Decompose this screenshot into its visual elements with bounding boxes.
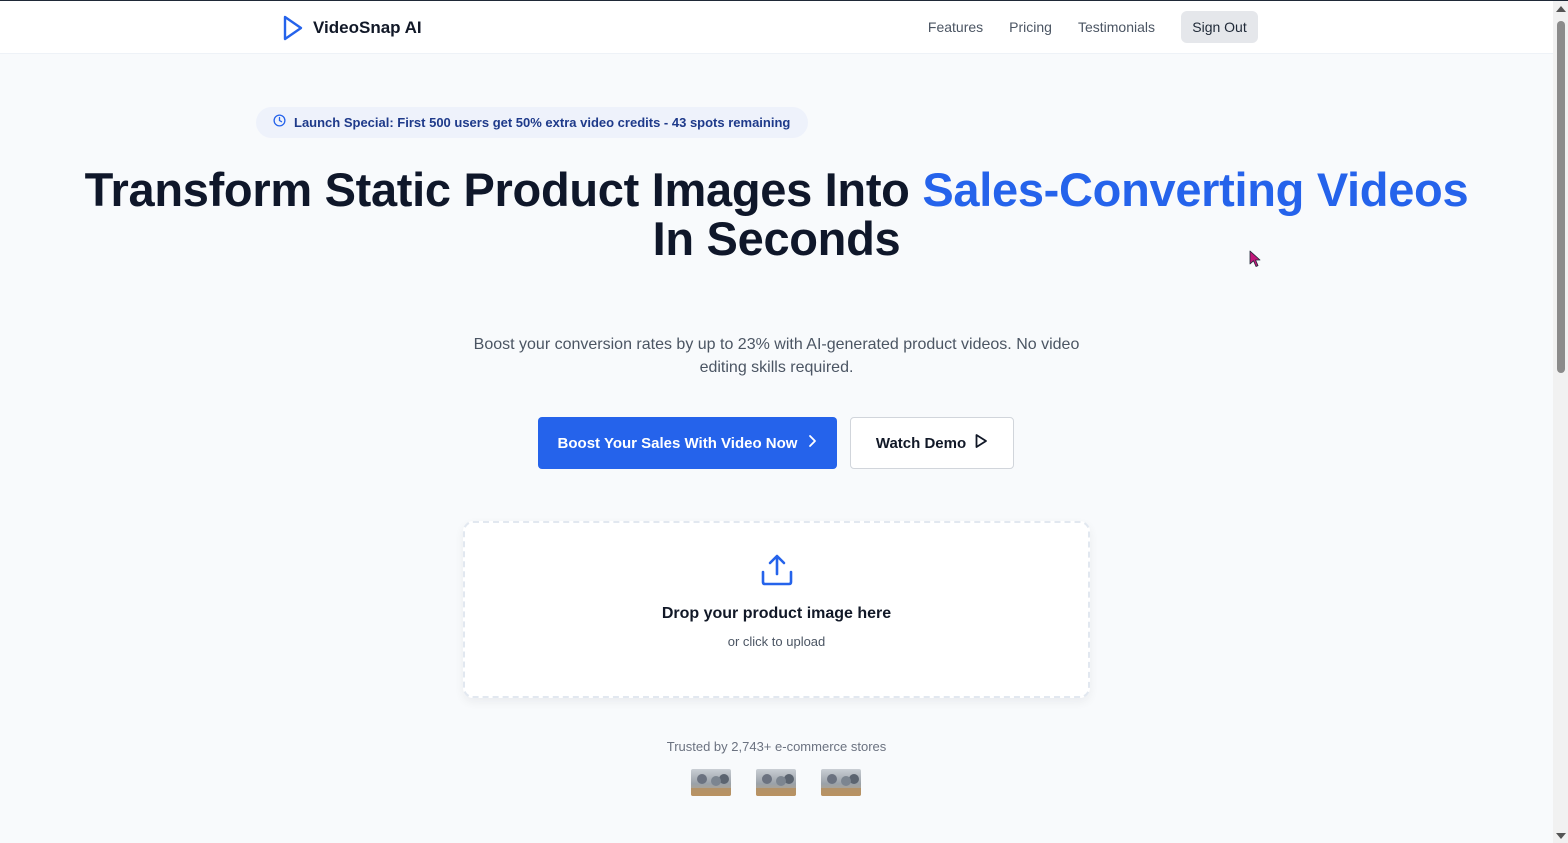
upload-icon bbox=[759, 552, 795, 593]
boost-sales-button[interactable]: Boost Your Sales With Video Now bbox=[538, 417, 837, 469]
store-logo bbox=[691, 769, 731, 796]
watch-demo-label: Watch Demo bbox=[875, 434, 967, 452]
trusted-text: Trusted by 2,743+ e-commerce stores bbox=[666, 739, 887, 754]
play-icon bbox=[282, 15, 304, 41]
upload-dropzone[interactable]: Drop your product image here or click to… bbox=[463, 521, 1090, 698]
nav-link-features[interactable]: Features bbox=[928, 19, 983, 35]
boost-sales-label: Boost Your Sales With Video Now bbox=[557, 434, 798, 452]
upload-subtitle: or click to upload bbox=[727, 634, 826, 649]
hero-title-part1: Transform Static Product Images Into bbox=[84, 163, 923, 216]
store-logo bbox=[821, 769, 861, 796]
store-logo bbox=[756, 769, 796, 796]
scroll-up-arrow[interactable] bbox=[1556, 6, 1566, 12]
promo-text: Launch Special: First 500 users get 50% … bbox=[294, 115, 791, 130]
page-scrollbar[interactable] bbox=[1553, 1, 1568, 843]
hero-title-accent: Sales-Converting Videos bbox=[922, 163, 1469, 216]
store-logos bbox=[691, 769, 861, 796]
page: VideoSnap AI Features Pricing Testimonia… bbox=[0, 0, 1568, 843]
brand-name: VideoSnap AI bbox=[313, 18, 422, 37]
hero-title-part2: In Seconds bbox=[652, 212, 901, 265]
scroll-thumb[interactable] bbox=[1557, 21, 1565, 373]
nav-link-testimonials[interactable]: Testimonials bbox=[1078, 19, 1155, 35]
top-navbar: VideoSnap AI Features Pricing Testimonia… bbox=[0, 1, 1553, 54]
watch-demo-button[interactable]: Watch Demo bbox=[850, 417, 1014, 469]
sign-out-button[interactable]: Sign Out bbox=[1181, 11, 1258, 43]
hero-subtitle: Boost your conversion rates by up to 23%… bbox=[473, 336, 1080, 376]
chevron-right-icon bbox=[807, 434, 817, 452]
nav-link-pricing[interactable]: Pricing bbox=[1009, 19, 1052, 35]
upload-title: Drop your product image here bbox=[661, 605, 892, 622]
mouse-cursor-icon bbox=[1249, 250, 1261, 273]
hero-title: Transform Static Product Images Into Sal… bbox=[0, 165, 1553, 263]
scroll-down-arrow[interactable] bbox=[1556, 833, 1566, 839]
play-outline-icon bbox=[974, 433, 988, 453]
clock-icon bbox=[273, 113, 286, 132]
main-nav: Features Pricing Testimonials Sign Out bbox=[928, 11, 1258, 43]
brand-logo[interactable]: VideoSnap AI bbox=[282, 15, 422, 41]
promo-badge: Launch Special: First 500 users get 50% … bbox=[256, 107, 809, 138]
